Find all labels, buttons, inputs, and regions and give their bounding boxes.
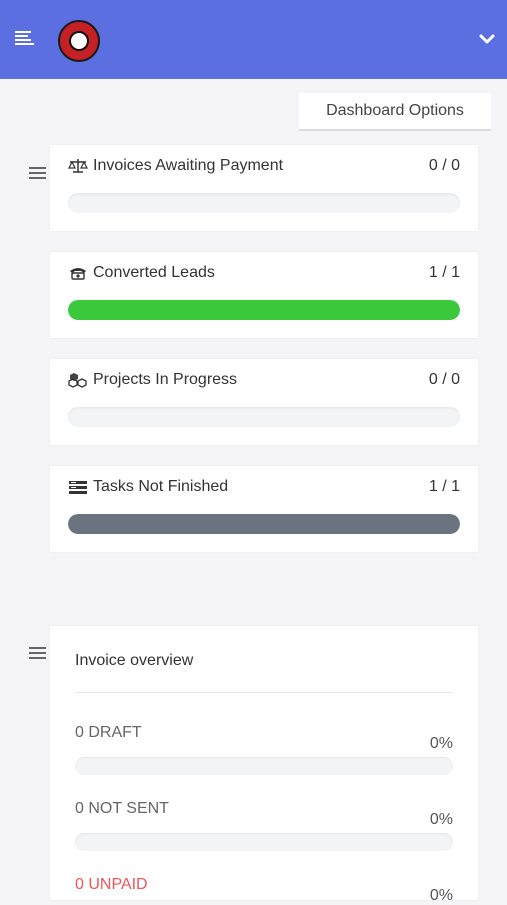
divider (75, 692, 453, 693)
company-logo[interactable] (58, 20, 100, 62)
progress-fill (68, 300, 460, 320)
stat-title: Invoices Awaiting Payment (93, 157, 284, 174)
menu-icon[interactable] (14, 29, 36, 47)
phone-icon (68, 265, 88, 281)
invoice-status-label[interactable]: 0 UNPAID (75, 876, 148, 894)
drag-handle-icon[interactable] (29, 646, 47, 660)
invoice-status-label[interactable]: 0 DRAFT (75, 724, 142, 742)
progress-fill (68, 514, 460, 534)
progress-bar (68, 300, 460, 320)
top-navbar (0, 0, 507, 79)
cubes-icon (68, 372, 88, 388)
progress-bar (68, 407, 460, 427)
invoice-status-percent: 0% (429, 811, 453, 828)
invoice-status-percent: 0% (429, 735, 453, 752)
tasks-icon (68, 479, 88, 495)
stat-card-tasks-not-finished: Tasks Not Finished 1 / 1 (50, 466, 478, 552)
progress-bar (68, 193, 460, 213)
balance-scale-icon (68, 158, 88, 174)
stat-count: 1 / 1 (428, 478, 460, 495)
progress-bar (68, 514, 460, 534)
stat-count: 0 / 0 (428, 157, 460, 174)
stat-card-converted-leads: Converted Leads 1 / 1 (50, 252, 478, 338)
invoice-status-bar (75, 833, 453, 851)
stat-card-invoices-awaiting-payment: Invoices Awaiting Payment 0 / 0 (50, 145, 478, 231)
stat-card-projects-in-progress: Projects In Progress 0 / 0 (50, 359, 478, 445)
stat-count: 1 / 1 (428, 264, 460, 281)
chevron-down-icon[interactable] (477, 29, 497, 49)
invoice-status-percent: 0% (429, 887, 453, 904)
dashboard-options-button[interactable]: Dashboard Options (299, 93, 491, 131)
stat-title: Converted Leads (93, 264, 215, 281)
invoice-overview-card: Invoice overview 0 DRAFT 0% 0 NOT SENT 0… (50, 626, 478, 904)
drag-handle-icon[interactable] (29, 166, 47, 180)
invoice-status-bar (75, 757, 453, 775)
stat-title: Projects In Progress (93, 371, 238, 388)
invoice-status-label[interactable]: 0 NOT SENT (75, 800, 169, 818)
stat-title: Tasks Not Finished (93, 478, 229, 495)
invoice-overview-title: Invoice overview (75, 652, 194, 669)
stat-count: 0 / 0 (428, 371, 460, 388)
